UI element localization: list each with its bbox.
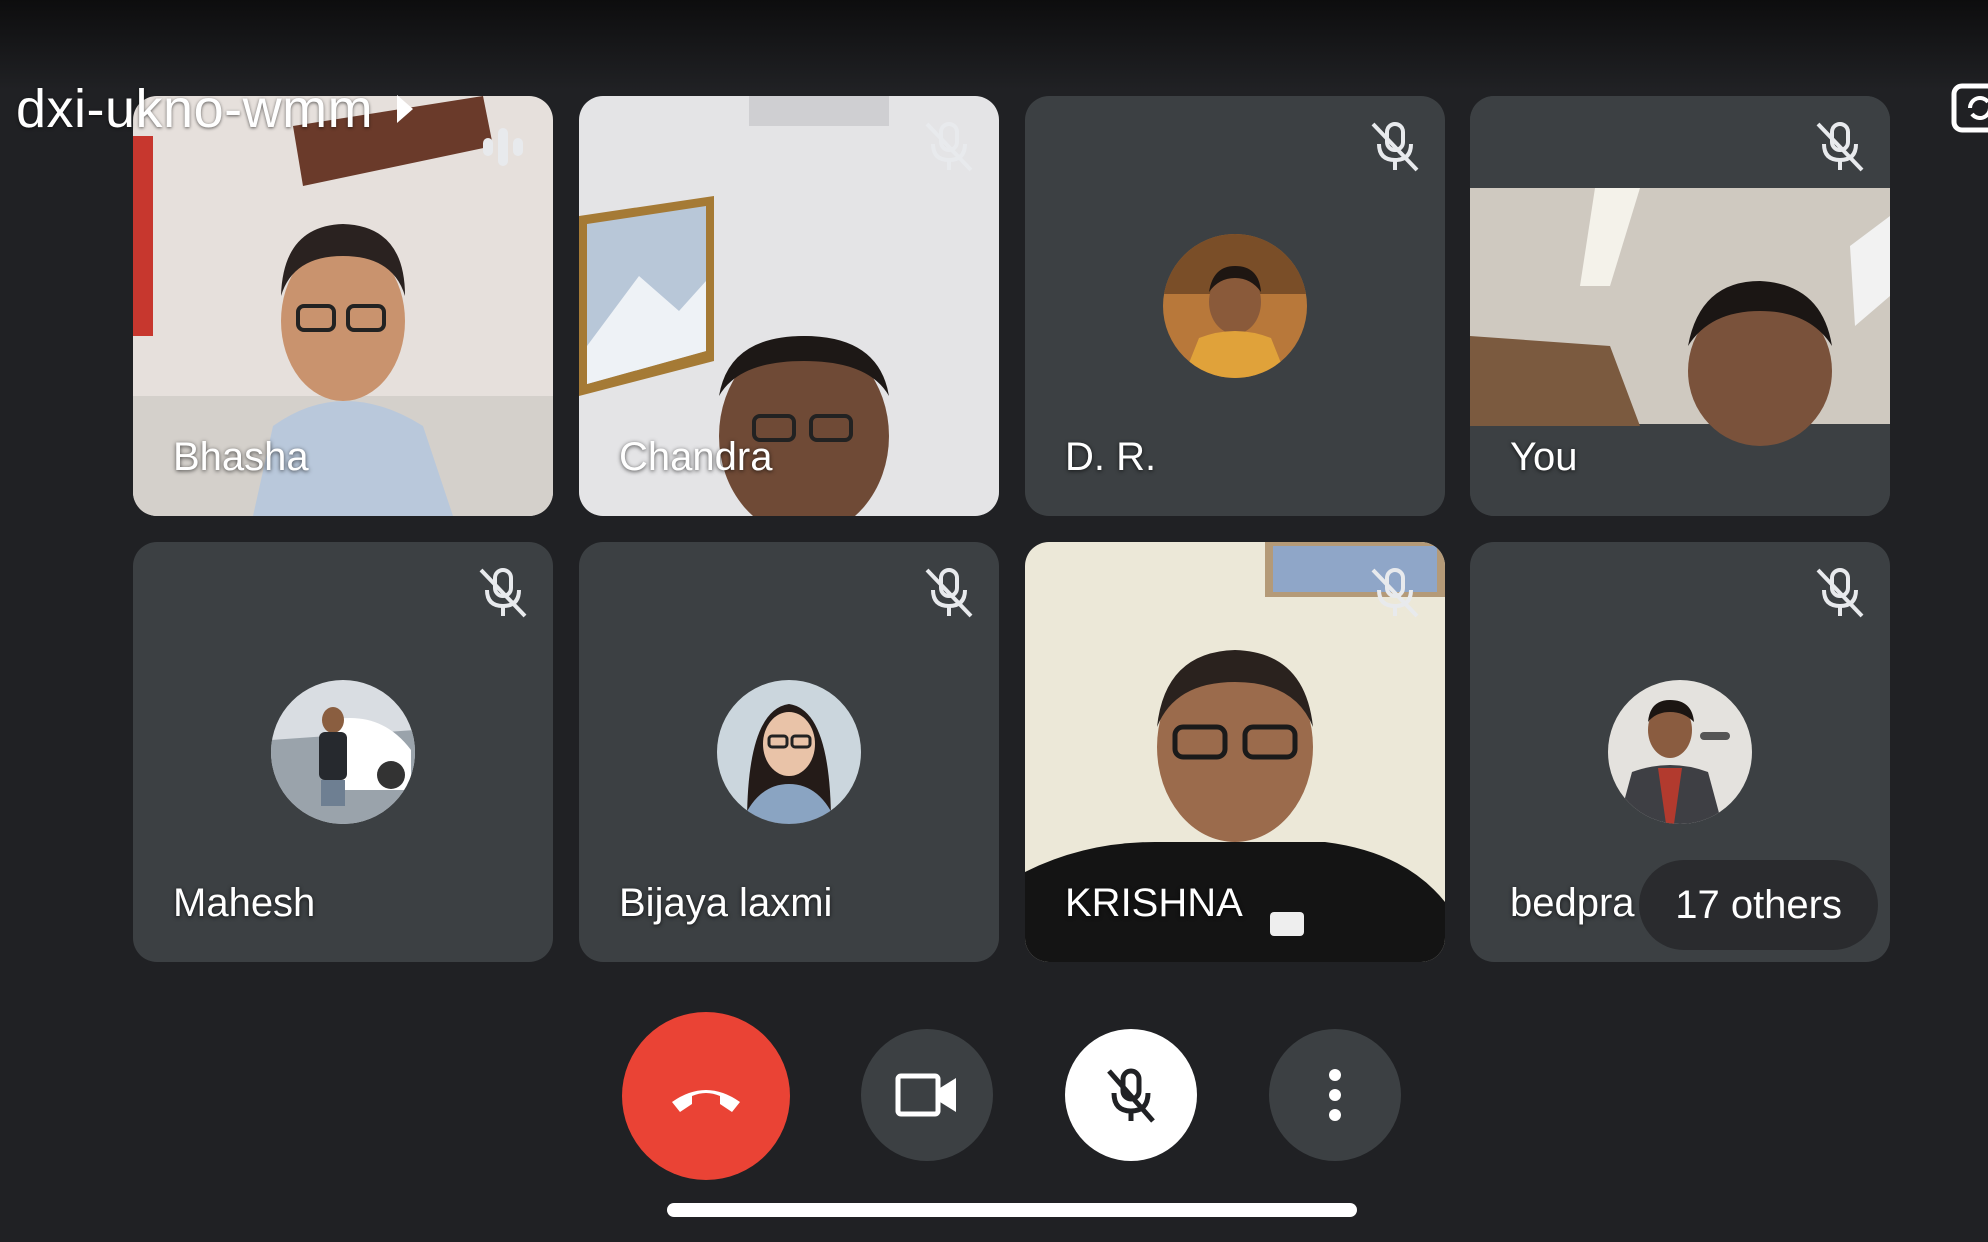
mic-off-icon <box>1107 1068 1155 1123</box>
participant-name: You <box>1510 435 1578 479</box>
end-call-button[interactable] <box>622 1012 790 1180</box>
switch-camera-icon[interactable] <box>1950 78 1988 138</box>
participant-tile-krishna[interactable]: KRISHNA <box>1025 542 1445 962</box>
camera-toggle-button[interactable] <box>861 1029 993 1161</box>
avatar <box>717 680 861 824</box>
phone-hangup-icon <box>672 1090 740 1112</box>
participant-tile-dr[interactable]: D. R. <box>1025 96 1445 516</box>
participant-name: bedpra <box>1510 881 1635 925</box>
avatar <box>271 680 415 824</box>
top-bar <box>0 0 1988 90</box>
videocam-icon <box>895 1073 956 1117</box>
more-options-button[interactable] <box>1269 1029 1401 1161</box>
participant-tile-bedpra[interactable]: bedpra 17 others <box>1470 542 1890 962</box>
mic-off-icon <box>479 568 527 618</box>
participant-tile-chandra[interactable]: Chandra <box>579 96 999 516</box>
avatar <box>1163 234 1307 378</box>
mic-off-icon <box>1816 568 1864 618</box>
avatar <box>1608 680 1752 824</box>
mic-off-icon <box>1371 568 1419 618</box>
meeting-code-label: dxi-ukno-wmm <box>16 79 374 139</box>
chevron-right-icon <box>397 95 414 123</box>
more-vert-icon <box>1329 1069 1341 1121</box>
participant-name: KRISHNA <box>1065 881 1243 925</box>
participant-name: Bhasha <box>173 435 309 479</box>
participant-name: Mahesh <box>173 881 316 925</box>
participant-name: Chandra <box>619 435 773 479</box>
microphone-toggle-button[interactable] <box>1065 1029 1197 1161</box>
audio-level-icon <box>483 128 523 166</box>
mic-off-icon <box>1371 122 1419 172</box>
participant-tile-you[interactable]: You <box>1470 96 1890 516</box>
home-indicator[interactable] <box>667 1203 1357 1217</box>
others-count-button[interactable]: 17 others <box>1639 860 1878 950</box>
participant-tile-bhasha[interactable]: Bhasha <box>133 96 553 516</box>
participant-name: D. R. <box>1065 435 1157 479</box>
participant-name: Bijaya laxmi <box>619 881 833 925</box>
participant-tile-bijaya-laxmi[interactable]: Bijaya laxmi <box>579 542 999 962</box>
participant-tile-mahesh[interactable]: Mahesh <box>133 542 553 962</box>
mic-off-icon <box>925 568 973 618</box>
mic-off-icon <box>1816 122 1864 172</box>
meeting-code-button[interactable]: dxi-ukno-wmm <box>16 78 414 140</box>
mic-off-icon <box>925 122 973 172</box>
